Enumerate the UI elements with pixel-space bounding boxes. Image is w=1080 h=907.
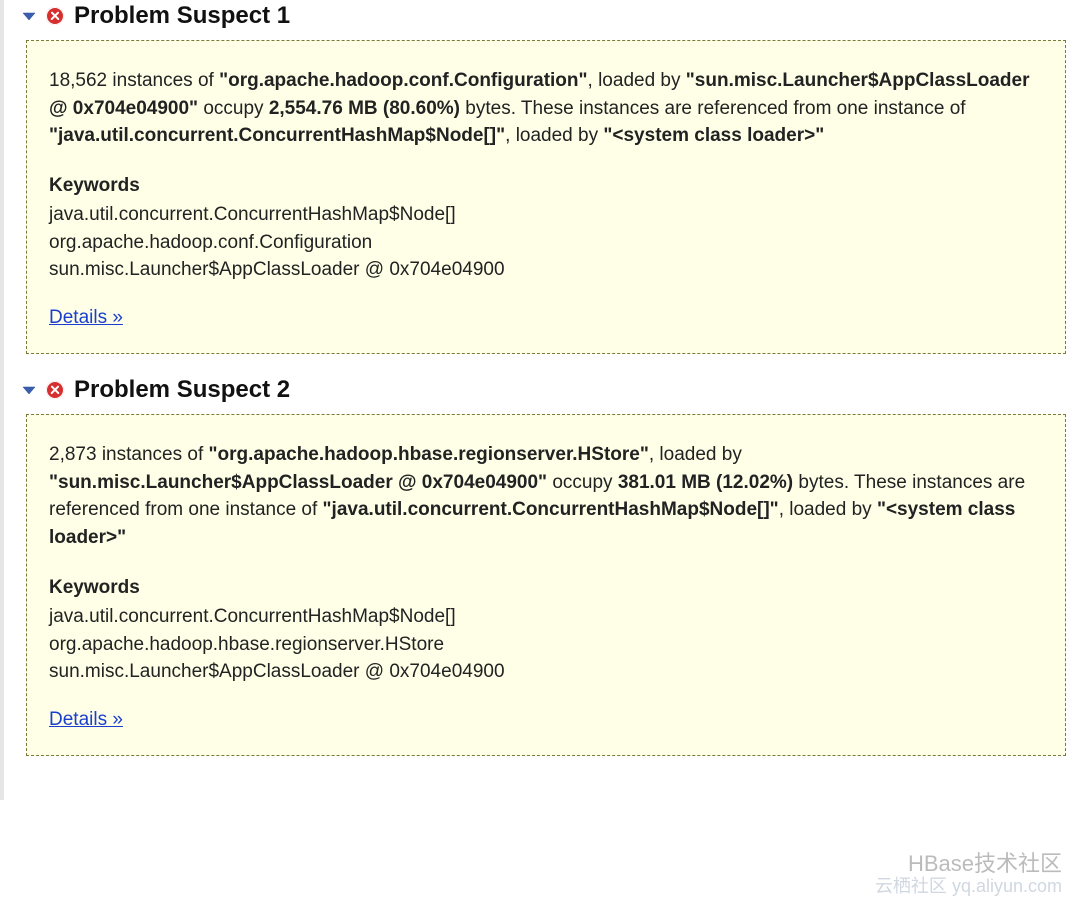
suspect-header-1[interactable]: Problem Suspect 1 bbox=[4, 0, 1080, 40]
referencing-loader: "<system class loader>" bbox=[603, 125, 824, 146]
class-name: "org.apache.hadoop.conf.Configuration" bbox=[219, 70, 587, 91]
collapse-icon bbox=[22, 383, 36, 397]
suspect-panel-1: 18,562 instances of "org.apache.hadoop.c… bbox=[26, 40, 1066, 354]
suspect-title: Problem Suspect 1 bbox=[74, 2, 290, 30]
suspect-description: 18,562 instances of "org.apache.hadoop.c… bbox=[49, 67, 1043, 150]
keyword-item: java.util.concurrent.ConcurrentHashMap$N… bbox=[49, 603, 1043, 631]
keywords-heading: Keywords bbox=[49, 172, 1043, 200]
referencing-class: "java.util.concurrent.ConcurrentHashMap$… bbox=[323, 499, 779, 520]
error-icon bbox=[46, 381, 64, 399]
suspect-panel-2: 2,873 instances of "org.apache.hadoop.hb… bbox=[26, 414, 1066, 756]
watermark: HBase技术社区 云栖社区 yq.aliyun.com bbox=[875, 851, 1062, 897]
suspect-section-1: Problem Suspect 1 18,562 instances of "o… bbox=[4, 0, 1080, 354]
instance-count: 18,562 bbox=[49, 70, 107, 91]
retained-size: 2,554.76 MB (80.60%) bbox=[269, 98, 460, 119]
details-link[interactable]: Details » bbox=[49, 304, 123, 332]
instance-count: 2,873 bbox=[49, 444, 97, 465]
class-loader: "sun.misc.Launcher$AppClassLoader @ 0x70… bbox=[49, 472, 547, 493]
class-name: "org.apache.hadoop.hbase.regionserver.HS… bbox=[209, 444, 649, 465]
referencing-class: "java.util.concurrent.ConcurrentHashMap$… bbox=[49, 125, 505, 146]
keyword-item: org.apache.hadoop.hbase.regionserver.HSt… bbox=[49, 631, 1043, 659]
keyword-item: org.apache.hadoop.conf.Configuration bbox=[49, 229, 1043, 257]
collapse-icon bbox=[22, 9, 36, 23]
suspect-description: 2,873 instances of "org.apache.hadoop.hb… bbox=[49, 441, 1043, 551]
keywords-list: java.util.concurrent.ConcurrentHashMap$N… bbox=[49, 201, 1043, 284]
retained-size: 381.01 MB (12.02%) bbox=[618, 472, 793, 493]
details-link[interactable]: Details » bbox=[49, 706, 123, 734]
suspect-header-2[interactable]: Problem Suspect 2 bbox=[4, 374, 1080, 414]
keyword-item: java.util.concurrent.ConcurrentHashMap$N… bbox=[49, 201, 1043, 229]
keyword-item: sun.misc.Launcher$AppClassLoader @ 0x704… bbox=[49, 256, 1043, 284]
suspect-section-2: Problem Suspect 2 2,873 instances of "or… bbox=[4, 374, 1080, 756]
keywords-list: java.util.concurrent.ConcurrentHashMap$N… bbox=[49, 603, 1043, 686]
keywords-heading: Keywords bbox=[49, 574, 1043, 602]
keyword-item: sun.misc.Launcher$AppClassLoader @ 0x704… bbox=[49, 658, 1043, 686]
error-icon bbox=[46, 7, 64, 25]
suspect-title: Problem Suspect 2 bbox=[74, 376, 290, 404]
report-page: Problem Suspect 1 18,562 instances of "o… bbox=[0, 0, 1080, 800]
